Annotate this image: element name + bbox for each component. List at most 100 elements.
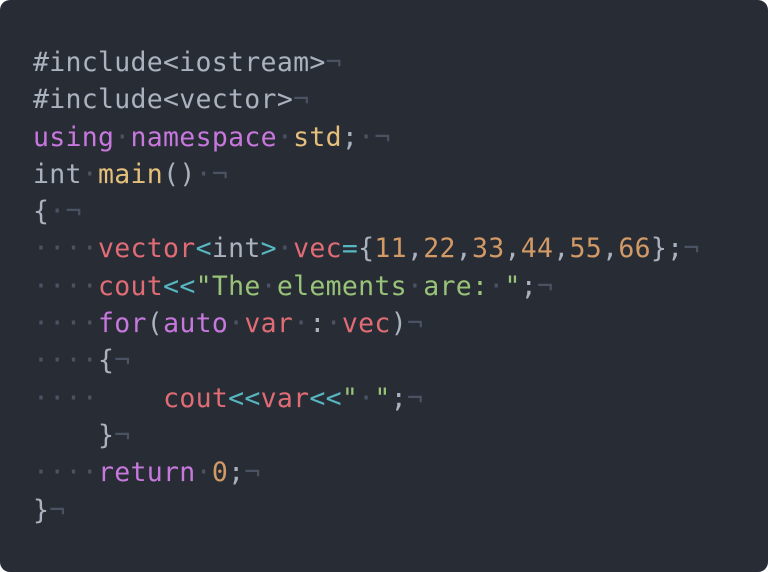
operator-token: << [309, 382, 342, 414]
string-token: are: [423, 270, 489, 302]
text-token: ( [146, 308, 164, 340]
whitespace-marker: · [358, 121, 375, 153]
text-token: , [406, 233, 424, 265]
text-token: : [309, 308, 326, 340]
number-token: 0 [211, 457, 229, 489]
newline-marker: ¬ [293, 84, 310, 116]
keyword-token: auto [163, 308, 229, 340]
newline-marker: ¬ [114, 419, 131, 451]
whitespace-marker: · [488, 270, 505, 302]
newline-marker: ¬ [114, 345, 131, 377]
identifier-token: cout [98, 270, 164, 302]
code-line[interactable]: ····for(auto·var·:·vec)¬ [33, 305, 700, 342]
whitespace-marker: · [195, 457, 212, 489]
text-token: ) [390, 308, 407, 340]
number-token: 33 [471, 233, 505, 265]
operator-token: > [260, 233, 277, 265]
code-line[interactable]: {·¬ [33, 193, 700, 230]
whitespace-marker: · [358, 382, 375, 414]
text-token: }; [650, 233, 684, 265]
text-token: , [602, 233, 619, 265]
whitespace-marker: ···· [33, 270, 99, 302]
number-token: 11 [374, 233, 407, 265]
newline-marker: ¬ [244, 457, 261, 489]
code-line[interactable]: int·main()·¬ [33, 156, 700, 193]
text-token: { [33, 196, 50, 228]
text-token: ; [390, 382, 407, 414]
text-token: { [358, 233, 375, 265]
text-token: } [33, 494, 50, 526]
function-token: main [98, 158, 164, 190]
whitespace-marker: · [406, 270, 424, 302]
whitespace-marker: ···· [33, 457, 99, 489]
whitespace-marker: · [276, 121, 294, 153]
text-token: #include<vector> [33, 84, 294, 116]
identifier-token: var [260, 382, 310, 414]
newline-marker: ¬ [374, 121, 391, 153]
text-token: { [98, 345, 115, 377]
code-line[interactable]: ····{¬ [33, 342, 700, 379]
number-token: 66 [618, 233, 651, 265]
text-token: ; [520, 270, 538, 302]
identifier-token: cout [163, 382, 229, 414]
whitespace-marker: · [195, 158, 212, 190]
whitespace-marker: ···· [33, 308, 99, 340]
code-line[interactable]: ····cout<<"The·elements·are:·";¬ [33, 268, 700, 305]
string-token: elements [276, 270, 407, 302]
operator-token: << [163, 270, 196, 302]
newline-marker: ¬ [406, 382, 424, 414]
keyword-token: for [98, 308, 147, 340]
whitespace-marker: · [325, 308, 342, 340]
keyword-token: return [98, 457, 196, 489]
newline-marker: ¬ [65, 196, 82, 228]
operator-token: = [341, 233, 359, 265]
code-line[interactable]: using·namespace·std;·¬ [33, 119, 700, 156]
whitespace-marker: · [114, 121, 131, 153]
code-block[interactable]: #include<iostream>¬ #include<vector>¬ usin… [33, 44, 700, 529]
newline-marker: ¬ [537, 270, 554, 302]
newline-marker: ¬ [406, 308, 424, 340]
newline-marker: ¬ [49, 494, 66, 526]
number-token: 55 [569, 233, 603, 265]
text-token: , [455, 233, 472, 265]
text-token: () [163, 158, 196, 190]
newline-marker: ¬ [211, 158, 229, 190]
text-token: ; [341, 121, 359, 153]
text-token: } [98, 419, 115, 451]
text-token: ; [228, 457, 245, 489]
text-token: #include<iostream> [33, 47, 326, 78]
identifier-token: vector [98, 233, 196, 265]
string-token: " [341, 382, 359, 414]
code-editor[interactable]: #include<iostream>¬ #include<vector>¬ usin… [0, 0, 768, 572]
operator-token: < [195, 233, 212, 265]
code-line[interactable]: #include<iostream>¬ [33, 44, 700, 81]
whitespace-marker: ···· [33, 382, 99, 414]
code-line[interactable]: ····return·0;¬ [33, 454, 700, 491]
code-line[interactable]: ···· cout<<var<<"·";¬ [33, 380, 700, 417]
whitespace-marker: · [49, 196, 66, 228]
string-token: " [374, 382, 391, 414]
string-token: "The [195, 270, 261, 302]
text-token: int [211, 233, 261, 265]
identifier-token: var [244, 308, 294, 340]
whitespace-marker: ···· [33, 233, 99, 265]
whitespace-marker: ···· [33, 345, 99, 377]
code-line[interactable]: }¬ [33, 492, 700, 529]
text-token: , [553, 233, 570, 265]
newline-marker: ¬ [683, 233, 700, 265]
text-token: , [504, 233, 521, 265]
identifier-token: vec [341, 308, 391, 340]
operator-token: << [228, 382, 261, 414]
code-line[interactable]: ····vector<int>·vec={11,22,33,44,55,66};… [33, 230, 700, 267]
number-token: 44 [520, 233, 554, 265]
whitespace-marker: · [293, 308, 310, 340]
identifier-token: vec [293, 233, 342, 265]
keyword-token: using [33, 121, 115, 153]
number-token: 22 [423, 233, 456, 265]
code-line[interactable]: #include<vector>¬ [33, 81, 700, 118]
whitespace-marker: · [260, 270, 277, 302]
code-line[interactable]: }¬ [33, 417, 700, 454]
newline-marker: ¬ [325, 47, 342, 78]
